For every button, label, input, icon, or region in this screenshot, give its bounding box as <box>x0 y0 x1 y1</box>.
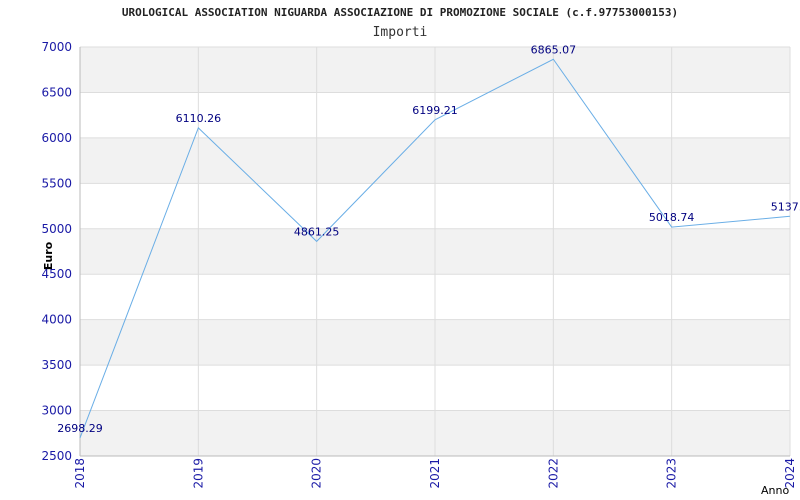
data-label: 6865.07 <box>531 43 577 56</box>
x-tick-label: 2023 <box>665 458 679 489</box>
y-tick-label: 7000 <box>41 40 72 54</box>
data-label: 4861.25 <box>294 225 340 238</box>
y-tick-label: 6500 <box>41 85 72 99</box>
data-label: 6199.21 <box>412 104 458 117</box>
y-tick-label: 5000 <box>41 222 72 236</box>
y-tick-label: 2500 <box>41 449 72 463</box>
plot-area: 2500300035004000450050005500600065007000… <box>41 40 800 497</box>
y-tick-label: 3500 <box>41 358 72 372</box>
y-tick-label: 5500 <box>41 176 72 190</box>
x-tick-label: 2020 <box>310 458 324 489</box>
data-label: 5018.74 <box>649 211 695 224</box>
x-tick-label: 2019 <box>191 458 205 489</box>
data-label: 2698.29 <box>57 422 103 435</box>
data-label: 6110.26 <box>176 112 222 125</box>
chart: UROLOGICAL ASSOCIATION NIGUARDA ASSOCIAZ… <box>0 0 800 500</box>
y-tick-label: 3000 <box>41 404 72 418</box>
y-tick-label: 4000 <box>41 313 72 327</box>
x-tick-label: 2018 <box>73 458 87 489</box>
y-axis-label: Euro <box>42 241 55 270</box>
data-label: 5137.3 <box>771 200 800 213</box>
y-tick-label: 6000 <box>41 131 72 145</box>
x-tick-label: 2021 <box>428 458 442 489</box>
x-tick-label: 2022 <box>546 458 560 489</box>
x-axis-label: Anno <box>761 484 789 497</box>
